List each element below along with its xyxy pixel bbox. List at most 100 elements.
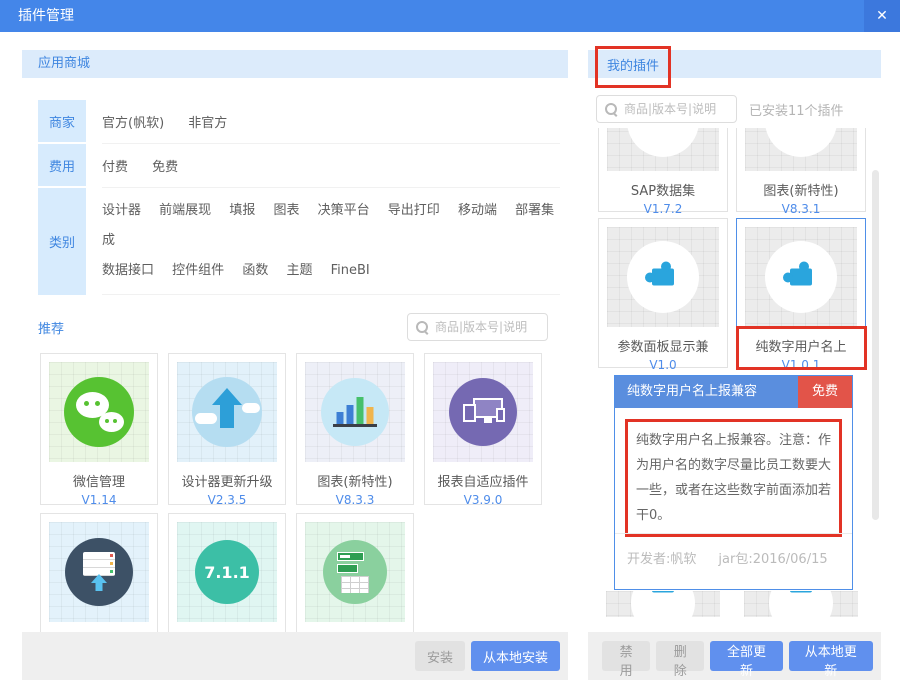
plugin-version: V8.3.3 — [335, 493, 375, 507]
jar-date-label: jar包:2016/06/15 — [718, 552, 828, 567]
filter-option-widget[interactable]: 控件组件 — [172, 263, 224, 278]
plugin-card-report-adaptive[interactable]: 报表自适应插件 V3.9.0 — [424, 353, 542, 507]
search-icon — [605, 102, 618, 116]
plugin-version: V2.3.5 — [207, 493, 247, 507]
plugin-card-chart-features[interactable]: 图表(新特性) V8.3.3 — [296, 353, 414, 507]
devices-icon — [433, 362, 533, 462]
filter-option-frontend[interactable]: 前端展现 — [159, 203, 211, 218]
store-search-input[interactable] — [435, 320, 539, 334]
upgrade-arrow-icon — [177, 362, 277, 462]
filter-option-theme[interactable]: 主题 — [286, 263, 312, 278]
filter-option-mobile[interactable]: 移动端 — [458, 203, 497, 218]
annotation-box-description: 纯数字用户名上报兼容。注意：作为用户名的数字尽量比员工数要大一些，或者在这些数字… — [625, 419, 842, 537]
filter-label-merchant: 商家 — [38, 100, 86, 144]
plugin-name: 图表(新特性) — [317, 475, 393, 490]
developer-label: 开发者:帆软 — [627, 552, 697, 567]
filter-option-free[interactable]: 免费 — [152, 160, 178, 175]
filter-option-finebi[interactable]: FineBI — [331, 263, 370, 278]
puzzle-icon — [745, 227, 857, 327]
wechat-icon — [49, 362, 149, 462]
filter-label-fee: 费用 — [38, 144, 86, 188]
filter-label-category: 类别 — [38, 188, 86, 295]
plugin-version: V1.7.2 — [643, 202, 683, 216]
my-plugins-panel: 我的插件 已安装11个插件 SAP数据集 V1.7.2 — [588, 46, 881, 680]
annotation-box-my-plugins: 我的插件 — [595, 46, 672, 88]
scrollbar-thumb[interactable] — [872, 170, 879, 520]
filter-options-category: 设计器 前端展现 填报 图表 决策平台 导出打印 移动端 部署集成 数据接口 控… — [102, 188, 560, 295]
my-plugins-footer: 禁用 删除 全部更新 从本地更新 — [588, 632, 881, 680]
filter-row-merchant: 商家 官方(帆软) 非官方 — [38, 100, 560, 144]
plugin-name: 图表(新特性) — [763, 184, 839, 199]
plugin-generic-icon — [607, 128, 719, 171]
filter-option-designer[interactable]: 设计器 — [102, 203, 141, 218]
store-search-box — [407, 313, 548, 341]
install-button[interactable]: 安装 — [414, 641, 465, 671]
my-plugins-row-1: SAP数据集 V1.7.2 图表(新特性) V8.3.1 — [588, 128, 881, 216]
filter-option-function[interactable]: 函数 — [242, 263, 268, 278]
plugin-card-designer-upgrade[interactable]: 设计器更新升级 V2.3.5 — [168, 353, 286, 507]
title-bar: 插件管理 ✕ — [0, 0, 900, 32]
my-search-input[interactable] — [624, 102, 728, 116]
filter-option-decision[interactable]: 决策平台 — [318, 203, 370, 218]
window-title: 插件管理 — [18, 8, 74, 24]
install-local-button[interactable]: 从本地安装 — [470, 641, 560, 671]
popup-meta: 开发者:帆软 jar包:2016/06/15 — [615, 533, 852, 589]
puzzle-icon — [607, 227, 719, 327]
plugin-name: 报表自适应插件 — [437, 475, 529, 490]
plugin-name: 参数面板显示兼 — [617, 340, 709, 355]
category-line-2: 数据接口 控件组件 函数 主题 FineBI — [102, 256, 560, 286]
recommend-label: 推荐 — [38, 321, 65, 337]
my-plugins-row-2: 参数面板显示兼 V1.0 纯数字用户名上 V1.0.1 — [588, 218, 881, 372]
partial-plugin-card[interactable] — [606, 591, 720, 617]
delete-button[interactable]: 删除 — [656, 641, 705, 679]
plugin-card-sap-dataset[interactable]: SAP数据集 V1.7.2 — [598, 128, 728, 216]
close-icon[interactable]: ✕ — [864, 0, 900, 32]
filter-options-fee: 付费 免费 — [102, 144, 560, 188]
filter-option-official[interactable]: 官方(帆软) — [102, 116, 164, 131]
puzzle-icon — [790, 591, 812, 593]
plugin-description: 纯数字用户名上报兼容。注意：作为用户名的数字尽量比员工数要大一些，或者在这些数字… — [636, 433, 832, 523]
plugin-version: V1.14 — [81, 493, 117, 507]
plugin-version: V8.3.1 — [781, 202, 821, 216]
filter-section: 商家 官方(帆软) 非官方 费用 付费 免费 类别 设计器 前端展现 填报 图表… — [38, 100, 560, 295]
filter-option-data-api[interactable]: 数据接口 — [102, 263, 154, 278]
update-local-button[interactable]: 从本地更新 — [788, 641, 873, 679]
recommend-row: 推荐 — [38, 313, 548, 341]
my-search-box — [596, 95, 737, 123]
plugin-card-param-panel[interactable]: 参数面板显示兼 V1.0 — [598, 218, 728, 372]
filter-option-paid[interactable]: 付费 — [102, 160, 128, 175]
store-footer: 安装 从本地安装 — [22, 632, 568, 680]
plugin-version: V3.9.0 — [463, 493, 503, 507]
filter-row-category: 类别 设计器 前端展现 填报 图表 决策平台 导出打印 移动端 部署集成 数据接… — [38, 188, 560, 295]
app-store-panel: 应用商城 商家 官方(帆软) 非官方 费用 付费 免费 类别 设计器 前端展现 … — [22, 50, 568, 680]
plugin-version: V1.0 — [649, 358, 677, 372]
free-badge[interactable]: 免费 — [798, 376, 852, 408]
filter-option-unofficial[interactable]: 非官方 — [188, 116, 227, 131]
plugin-card-wechat[interactable]: 微信管理 V1.14 — [40, 353, 158, 507]
plugin-manager-dialog: 插件管理 ✕ 应用商城 商家 官方(帆软) 非官方 费用 付费 免费 类别 设计… — [0, 0, 900, 700]
popup-header: 纯数字用户名上报兼容 免费 — [615, 376, 852, 408]
filter-options-merchant: 官方(帆软) 非官方 — [102, 100, 560, 144]
filter-row-fee: 费用 付费 免费 — [38, 144, 560, 188]
installed-count: 已安装11个插件 — [749, 103, 844, 119]
category-line-1: 设计器 前端展现 填报 图表 决策平台 导出打印 移动端 部署集成 — [102, 196, 560, 256]
search-icon — [416, 320, 429, 334]
plugin-detail-popup: 纯数字用户名上报兼容 免费 纯数字用户名上报兼容。注意：作为用户名的数字尽量比员… — [614, 375, 853, 590]
app-store-header: 应用商城 — [22, 50, 568, 78]
plugin-card-numeric-username[interactable]: 纯数字用户名上 V1.0.1 — [736, 218, 867, 372]
annotation-box-selected-plugin — [736, 326, 867, 370]
filter-option-fill[interactable]: 填报 — [229, 203, 255, 218]
partial-plugin-card[interactable] — [744, 591, 858, 617]
update-all-button[interactable]: 全部更新 — [710, 641, 783, 679]
my-plugins-list: SAP数据集 V1.7.2 图表(新特性) V8.3.1 参数面板显示兼 V1.… — [588, 128, 881, 617]
disable-button[interactable]: 禁用 — [602, 641, 651, 679]
excel-sheet-icon — [305, 522, 405, 622]
puzzle-icon — [652, 591, 674, 593]
plugin-name: 设计器更新升级 — [181, 475, 273, 490]
my-search-row: 已安装11个插件 — [596, 95, 881, 123]
filter-option-export-print[interactable]: 导出打印 — [388, 203, 440, 218]
filter-option-chart[interactable]: 图表 — [273, 203, 299, 218]
plugin-card-chart-features-installed[interactable]: 图表(新特性) V8.3.1 — [736, 128, 866, 216]
my-plugins-header: 我的插件 — [588, 46, 881, 88]
version-badge-icon: 7.1.1 — [177, 522, 277, 622]
